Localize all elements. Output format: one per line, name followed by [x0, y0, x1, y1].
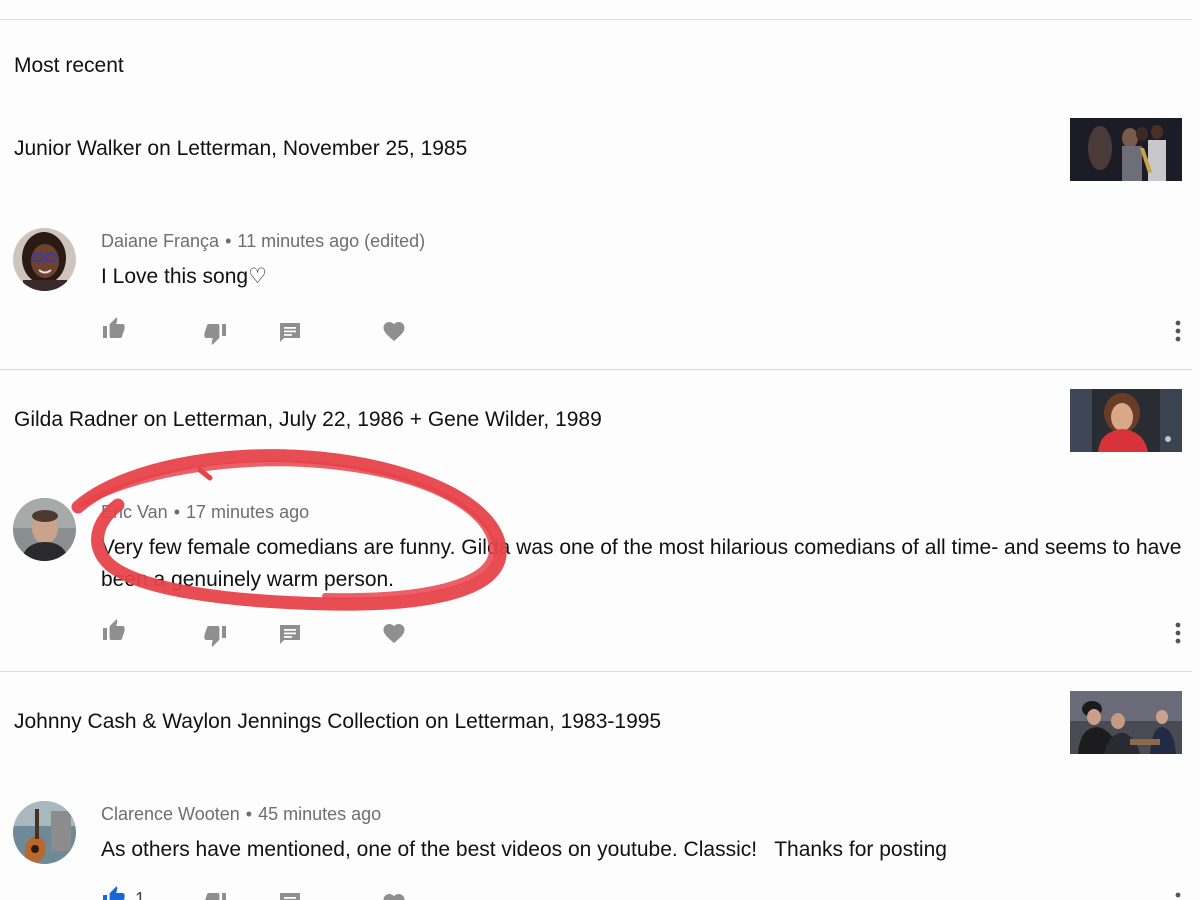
comment-author[interactable]: Daiane França	[101, 231, 219, 251]
red-circle-annotation	[71, 449, 507, 611]
avatar[interactable]	[13, 228, 76, 291]
comment-text: As others have mentioned, one of the bes…	[101, 838, 947, 861]
dislike-button[interactable]	[202, 890, 228, 900]
avatar[interactable]	[13, 801, 76, 864]
more-vertical-icon	[1175, 892, 1181, 898]
dislike-button[interactable]	[202, 321, 228, 347]
video-thumbnail[interactable]	[1070, 389, 1182, 452]
heart-button[interactable]	[381, 318, 407, 344]
video-title[interactable]: Junior Walker on Letterman, November 25,…	[14, 137, 467, 161]
more-options-button[interactable]	[1170, 620, 1186, 646]
like-button[interactable]	[101, 617, 127, 643]
reply-button[interactable]	[277, 890, 303, 900]
reply-button[interactable]	[277, 622, 303, 648]
comment-time: 45 minutes ago	[258, 804, 382, 824]
comment-meta: Daiane França • 11 minutes ago (edited)	[101, 231, 425, 252]
heart-button[interactable]	[381, 620, 407, 646]
item-divider	[0, 369, 1192, 370]
comment-icon	[280, 893, 300, 900]
more-vertical-icon	[1175, 320, 1181, 342]
heart-icon	[383, 624, 405, 643]
like-button[interactable]	[101, 884, 127, 900]
thumbs-up-icon	[103, 619, 125, 640]
meta-separator: •	[245, 804, 253, 824]
avatar[interactable]	[13, 498, 76, 561]
meta-separator: •	[173, 502, 181, 522]
reply-button[interactable]	[277, 320, 303, 346]
comment-author[interactable]: Clarence Wooten	[101, 804, 240, 824]
comment-icon	[280, 323, 300, 342]
thumbs-down-icon	[204, 626, 226, 647]
more-options-button[interactable]	[1170, 890, 1186, 900]
like-count: 1	[135, 889, 146, 900]
comment-time: 17 minutes ago	[186, 502, 310, 522]
more-vertical-icon	[1175, 622, 1181, 644]
comment-author[interactable]: Eric Van	[101, 502, 168, 522]
thumbs-up-icon	[103, 886, 125, 900]
heart-button[interactable]	[381, 890, 407, 900]
thumbs-down-icon	[205, 893, 226, 900]
item-divider	[0, 671, 1192, 672]
thumbs-up-icon	[103, 317, 125, 338]
video-thumbnail[interactable]	[1070, 691, 1182, 754]
comment-text: Very few female comedians are funny. Gil…	[101, 536, 1182, 591]
heart-icon	[383, 322, 405, 341]
like-button[interactable]	[101, 315, 127, 341]
thumbs-down-icon	[204, 324, 226, 345]
video-title[interactable]: Johnny Cash & Waylon Jennings Collection…	[14, 710, 661, 734]
sort-filter-label[interactable]: Most recent	[14, 54, 124, 78]
heart-icon	[383, 894, 405, 900]
comment-text: I Love this song♡	[101, 265, 267, 288]
video-thumbnail[interactable]	[1070, 118, 1182, 181]
comment-meta: Eric Van • 17 minutes ago	[101, 502, 309, 523]
comment-icon	[280, 625, 300, 644]
dislike-button[interactable]	[202, 623, 228, 649]
comment-meta: Clarence Wooten • 45 minutes ago	[101, 804, 381, 825]
comment-time: 11 minutes ago (edited)	[237, 231, 426, 251]
video-title[interactable]: Gilda Radner on Letterman, July 22, 1986…	[14, 408, 602, 432]
comments-feed-page: Most recent Junior Walker on Letterman, …	[0, 0, 1200, 900]
meta-separator: •	[225, 231, 232, 251]
top-divider	[0, 19, 1192, 20]
more-options-button[interactable]	[1170, 318, 1186, 344]
